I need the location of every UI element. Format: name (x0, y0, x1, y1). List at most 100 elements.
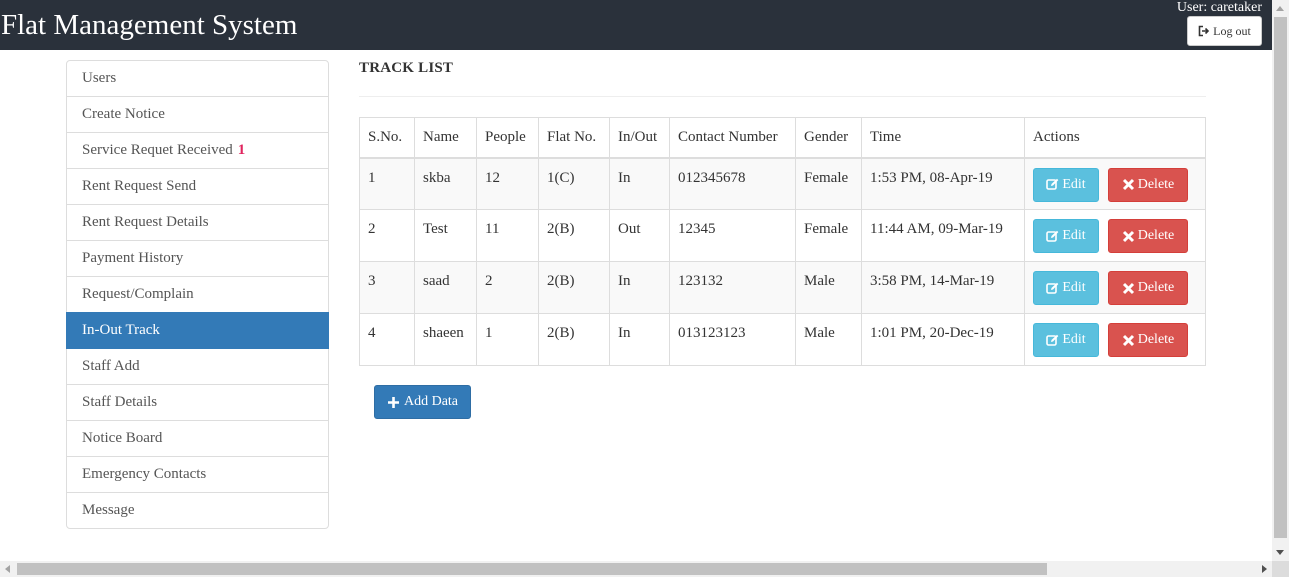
table-cell: 1 (476, 313, 539, 366)
row-actions: Edit Delete (1024, 157, 1206, 210)
current-user-label: User: caretaker (1176, 0, 1262, 15)
table-body: 1 skba 12 1(C) In 012345678 Female 1:53 PM, 08-… (359, 157, 1206, 366)
sidebar-item-service-requet-received[interactable]: Service Requet Received 1 (66, 132, 329, 169)
sidebar-item-label: Rent Request Details (82, 214, 209, 230)
delete-button[interactable]: Delete (1108, 271, 1188, 305)
row-actions: Edit Delete (1024, 313, 1206, 366)
delete-label: Delete (1137, 280, 1175, 295)
edit-label: Edit (1062, 176, 1086, 192)
scroll-up-icon[interactable] (1276, 6, 1284, 11)
sidebar-item-notice-board[interactable]: Notice Board (66, 420, 329, 457)
edit-button[interactable]: Edit (1033, 167, 1099, 202)
table-cell: 013123123 (669, 313, 796, 366)
edit-label: Edit (1062, 332, 1086, 347)
edit-button[interactable]: Edit (1033, 219, 1099, 253)
sign-out-icon (1198, 25, 1210, 37)
row-actions: Edit Delete (1024, 261, 1206, 314)
table-row: 2 Test 11 2(B) Out 12345 Female 11:44 AM, 09-Ma… (359, 209, 1206, 262)
column-header: S.No. (359, 117, 415, 159)
table-cell: Male (795, 313, 862, 366)
sidebar-item-staff-add[interactable]: Staff Add (66, 348, 329, 385)
table-cell: 4 (359, 313, 415, 366)
table-cell: 2 (359, 209, 415, 262)
column-header: People (476, 117, 539, 159)
sidebar-item-label: In-Out Track (82, 322, 160, 338)
table-cell: Male (795, 261, 862, 314)
table-cell: Test (414, 209, 477, 262)
table-row: 1 skba 12 1(C) In 012345678 Female 1:53 PM, 08-… (359, 157, 1206, 210)
sidebar-item-label: Staff Details (82, 394, 158, 410)
main-content: TRACK LIST S.No. Name People Flat No. In/Out… (359, 60, 1206, 366)
page-title: TRACK LIST (359, 60, 454, 76)
brand-title[interactable]: Flat Management System (1, 8, 297, 42)
scroll-left-icon[interactable] (5, 565, 10, 573)
sidebar-item-rent-request-send[interactable]: Rent Request Send (66, 168, 329, 205)
sidebar-item-request-complain[interactable]: Request/Complain (66, 276, 329, 313)
edit-icon (1046, 334, 1059, 346)
edit-icon (1046, 230, 1059, 242)
edit-label: Edit (1062, 228, 1086, 243)
table-cell: In (609, 157, 670, 210)
table-cell: skba (414, 157, 477, 210)
sidebar-item-label: Create Notice (82, 106, 165, 122)
sidebar-item-message[interactable]: Message (66, 492, 329, 529)
table-cell: In (609, 261, 670, 314)
add-data-label: Add Data (403, 394, 459, 409)
scroll-right-icon[interactable] (1262, 565, 1267, 573)
table-cell: 2(B) (538, 209, 610, 262)
column-header: Actions (1024, 117, 1206, 159)
table-cell: 1:53 PM, 08-Apr-19 (861, 157, 1025, 210)
table-cell: In (609, 313, 670, 366)
edit-button[interactable]: Edit (1033, 271, 1099, 305)
table-cell: 2(B) (538, 313, 610, 366)
table-cell: 11:44 AM, 09-Mar-19 (861, 209, 1025, 262)
sidebar-item-payment-history[interactable]: Payment History (66, 240, 329, 277)
sidebar-item-staff-details[interactable]: Staff Details (66, 384, 329, 421)
logout-button[interactable]: Log out (1187, 16, 1262, 46)
delete-label: Delete (1137, 176, 1175, 192)
sidebar-item-emergency-contacts[interactable]: Emergency Contacts (66, 456, 329, 493)
sidebar-item-label: Request/Complain (82, 286, 194, 302)
remove-icon (1122, 230, 1134, 242)
sidebar-item-label: Service Requet Received (82, 142, 233, 158)
edit-button[interactable]: Edit (1033, 323, 1099, 357)
sidebar-menu: Users Create Notice Service Requet Receive… (66, 60, 329, 529)
horizontal-scrollbar[interactable] (0, 561, 1272, 577)
sidebar-item-rent-request-details[interactable]: Rent Request Details (66, 204, 329, 241)
delete-button[interactable]: Delete (1108, 167, 1188, 202)
column-header: Time (861, 117, 1025, 159)
table-cell: 11 (476, 209, 539, 262)
logout-label: Log out (1213, 23, 1251, 38)
scroll-down-icon[interactable] (1276, 550, 1284, 555)
vertical-scrollbar[interactable] (1272, 0, 1289, 561)
vertical-scroll-thumb[interactable] (1274, 17, 1287, 538)
table-cell: 3:58 PM, 14-Mar-19 (861, 261, 1025, 314)
table-cell: 123132 (669, 261, 796, 314)
edit-label: Edit (1062, 280, 1086, 295)
sidebar-item-in-out-track[interactable]: In-Out Track (66, 312, 329, 349)
sidebar-item-label: Staff Add (82, 358, 140, 374)
horizontal-scroll-thumb[interactable] (17, 563, 1047, 575)
table-cell: 1:01 PM, 20-Dec-19 (861, 313, 1025, 366)
remove-icon (1122, 334, 1134, 346)
edit-icon (1046, 282, 1059, 294)
sidebar-item-label: Users (82, 70, 117, 86)
column-header: Flat No. (538, 117, 610, 159)
table-cell: 12345 (669, 209, 796, 262)
sidebar-item-users[interactable]: Users (66, 60, 329, 97)
delete-button[interactable]: Delete (1108, 323, 1188, 357)
remove-icon (1122, 178, 1134, 191)
scrollbar-corner (1272, 561, 1289, 577)
add-data-button[interactable]: Add Data (374, 385, 471, 419)
table-row: 3 saad 2 2(B) In 123132 Male 3:58 PM, 14-Mar-19… (359, 261, 1206, 314)
table-cell: 3 (359, 261, 415, 314)
table-cell: 2 (476, 261, 539, 314)
track-table: S.No. Name People Flat No. In/Out Contact Num… (359, 117, 1206, 366)
table-cell: shaeen (414, 313, 477, 366)
column-header: Contact Number (669, 117, 796, 159)
table-cell: 12 (476, 157, 539, 210)
sidebar-item-create-notice[interactable]: Create Notice (66, 96, 329, 133)
delete-button[interactable]: Delete (1108, 219, 1188, 253)
delete-label: Delete (1137, 228, 1175, 243)
table-cell: Female (795, 209, 862, 262)
